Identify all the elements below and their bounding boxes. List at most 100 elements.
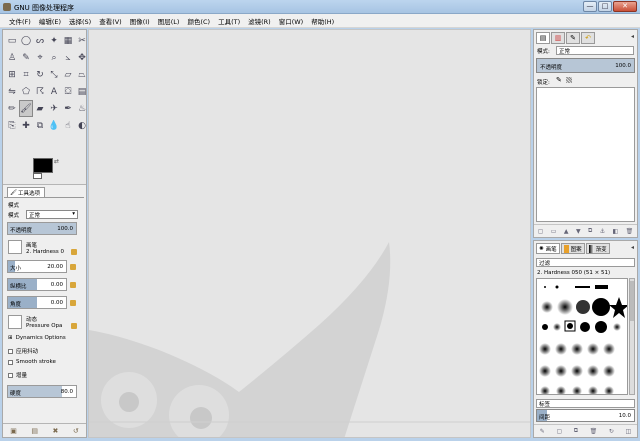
menu-item-0[interactable]: 文件(F)	[5, 16, 35, 26]
clone-icon[interactable]: ⎘	[5, 117, 19, 134]
fuzzy-select-icon[interactable]: ✦	[47, 32, 61, 49]
lower-layer-icon[interactable]: ▼	[576, 228, 581, 235]
dodge-burn-icon[interactable]: ◐	[75, 117, 89, 134]
reset-size-icon[interactable]	[70, 264, 76, 270]
menu-item-8[interactable]: 滤镜(R)	[244, 16, 275, 26]
shear-icon[interactable]: ▱	[61, 66, 75, 83]
restore-options-icon[interactable]: ▤	[31, 427, 38, 435]
reset-options-icon[interactable]: ↺	[73, 427, 79, 435]
edit-brush-icon[interactable]	[71, 249, 77, 255]
jitter-checkbox[interactable]: 应用抖动	[8, 347, 38, 355]
rotate-icon[interactable]: ↻	[33, 66, 47, 83]
ellipse-select-icon[interactable]: ◯	[19, 32, 33, 49]
edit-brush-footer-icon[interactable]: ✎	[540, 428, 545, 435]
brushes-dock-menu-icon[interactable]: ◂	[631, 244, 634, 251]
new-layer-icon[interactable]: ▢	[538, 228, 544, 235]
swap-colors-icon[interactable]: ⇄	[54, 158, 59, 165]
menu-item-7[interactable]: 工具(T)	[214, 16, 244, 26]
layer-opacity-slider[interactable]: 不透明度 100.0	[536, 58, 635, 73]
eraser-icon[interactable]: ▰	[33, 100, 47, 117]
bucket-fill-icon[interactable]: ⛋	[61, 83, 75, 100]
menu-item-6[interactable]: 颜色(C)	[183, 16, 214, 26]
color-picker-icon[interactable]: ⌖	[33, 49, 47, 66]
close-button[interactable]: ✕	[613, 1, 637, 12]
foreground-color-swatch[interactable]	[33, 158, 53, 173]
align-icon[interactable]: ⊞	[5, 66, 19, 83]
dynamics-preview[interactable]	[8, 315, 22, 329]
undo-tab[interactable]: ↶	[581, 32, 595, 44]
heal-icon[interactable]: ✚	[19, 117, 33, 134]
opacity-slider[interactable]: 不透明度 100.0	[7, 222, 77, 235]
measure-icon[interactable]: ⦣	[61, 49, 75, 66]
reset-aspect-icon[interactable]	[70, 282, 76, 288]
scrollbar-thumb[interactable]	[630, 281, 634, 321]
new-layer-group-icon[interactable]: ▭	[551, 228, 557, 235]
color-select-icon[interactable]: ▦	[61, 32, 75, 49]
smudge-icon[interactable]: ☝	[61, 117, 75, 134]
angle-slider[interactable]: 角度 0.00	[7, 296, 67, 309]
brushes-as-image-icon[interactable]: ◫	[626, 428, 632, 435]
perspective-clone-icon[interactable]: ⧉	[33, 117, 47, 134]
hardness-slider[interactable]: 硬度 80.0	[7, 385, 77, 398]
edit-dynamics-icon[interactable]	[71, 323, 77, 329]
flip-icon[interactable]: ⇋	[5, 83, 19, 100]
layer-list[interactable]	[536, 87, 635, 222]
tool-options-tab[interactable]: 🖌 工具选项	[7, 187, 45, 197]
brush-preview[interactable]	[8, 240, 22, 254]
paintbrush-icon[interactable]: 🖌	[19, 100, 33, 117]
delete-brush-icon[interactable]: 🗑	[590, 428, 598, 435]
brush-filter-input[interactable]: 过滤	[536, 258, 635, 267]
paths-icon[interactable]: ✎	[19, 49, 33, 66]
reset-angle-icon[interactable]	[70, 300, 76, 306]
maximize-button[interactable]: □	[598, 1, 612, 12]
brush-grid-scrollbar[interactable]	[629, 278, 635, 395]
free-select-icon[interactable]: ᔕ	[33, 32, 47, 49]
duplicate-brush-icon[interactable]: ⧉	[574, 427, 578, 435]
move-icon[interactable]: ✥	[75, 49, 89, 66]
smooth-stroke-checkbox[interactable]: Smooth stroke	[8, 359, 56, 365]
paths-tab[interactable]: ✎	[566, 32, 580, 44]
raise-layer-icon[interactable]: ▲	[564, 228, 569, 235]
blur-icon[interactable]: 💧	[47, 117, 61, 134]
layer-mask-icon[interactable]: ◧	[613, 228, 619, 235]
anchor-layer-icon[interactable]: ⚓	[600, 228, 605, 235]
layer-mode-select[interactable]: 正常	[556, 46, 634, 55]
brush-spacing-slider[interactable]: 间距 10.0	[536, 409, 635, 422]
background-color-swatch[interactable]	[33, 173, 42, 179]
save-options-icon[interactable]: ▣	[10, 427, 17, 435]
menu-item-2[interactable]: 选择(S)	[65, 16, 95, 26]
lock-pixels-icon[interactable]: ✎	[556, 76, 562, 84]
mode-select[interactable]: 正常 ▾	[26, 210, 78, 219]
brush-tag-input[interactable]: 标签	[536, 399, 635, 408]
mypaint-brush-icon[interactable]: ♨	[75, 100, 89, 117]
rect-select-icon[interactable]: ▭	[5, 32, 19, 49]
scale-icon[interactable]: ⤡	[47, 66, 61, 83]
zoom-icon[interactable]: ⌕	[47, 49, 61, 66]
crop-icon[interactable]: ⌗	[19, 66, 33, 83]
layers-tab[interactable]: ▤	[536, 32, 550, 44]
pencil-icon[interactable]: ✏	[5, 100, 19, 117]
scissors-icon[interactable]: ✂	[75, 32, 89, 49]
menu-item-3[interactable]: 查看(V)	[95, 16, 126, 26]
blend-icon[interactable]: ▤	[75, 83, 89, 100]
cage-icon[interactable]: ⬠	[19, 83, 33, 100]
text-icon[interactable]: A	[47, 83, 61, 100]
delete-layer-icon[interactable]: 🗑	[626, 228, 634, 235]
channels-tab[interactable]: ▥	[551, 32, 565, 44]
menu-item-1[interactable]: 编辑(E)	[35, 16, 65, 26]
menu-item-5[interactable]: 图层(L)	[154, 16, 184, 26]
image-canvas[interactable]	[88, 29, 531, 438]
foreground-select-icon[interactable]: ♙	[5, 49, 19, 66]
lock-alpha-icon[interactable]	[566, 77, 572, 83]
ink-icon[interactable]: ✒	[61, 100, 75, 117]
new-brush-icon[interactable]: ▢	[556, 428, 562, 435]
airbrush-icon[interactable]: ✈	[47, 100, 61, 117]
incremental-checkbox[interactable]: 增量	[8, 371, 27, 379]
aspect-ratio-slider[interactable]: 纵横比 0.00	[7, 278, 67, 291]
perspective-icon[interactable]: ⏢	[75, 66, 89, 83]
dock-menu-icon[interactable]: ◂	[631, 33, 634, 40]
brush-grid[interactable]	[536, 278, 628, 395]
menu-item-4[interactable]: 图像(I)	[126, 16, 154, 26]
brushes-tab[interactable]: ✺ 画笔	[536, 243, 560, 254]
minimize-button[interactable]: —	[583, 1, 597, 12]
